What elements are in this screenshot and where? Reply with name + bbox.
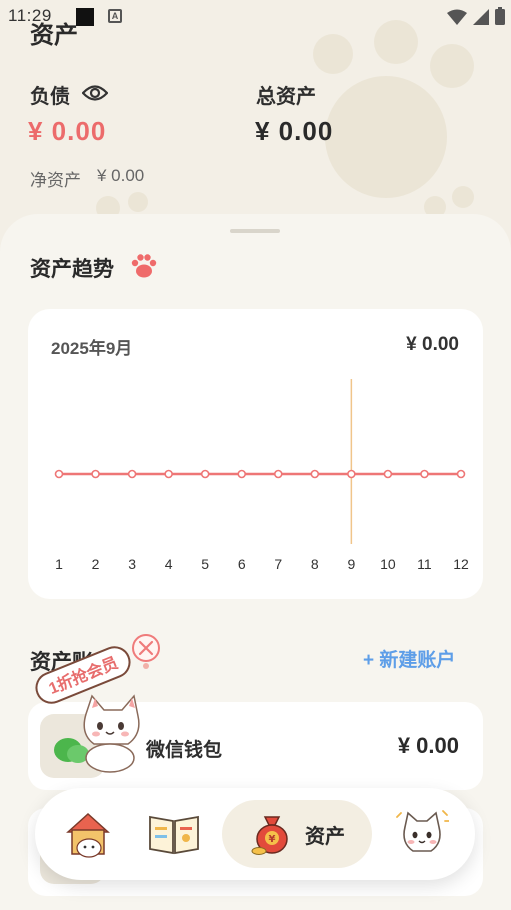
nav-assets[interactable]: ¥ 资产 [222,800,372,868]
decor-bubble [325,76,447,198]
data-point[interactable] [456,469,466,479]
trend-chart[interactable]: 1 2 3 4 5 6 7 8 9 10 11 12 [28,309,483,599]
data-point[interactable] [200,469,210,479]
x-tick-label: 9 [347,556,355,572]
x-tick-label: 5 [201,556,209,572]
x-tick-label: 10 [380,556,396,572]
decor-bubble [452,186,474,208]
promo-badge: 1折抢会员 [35,646,131,704]
data-point[interactable] [273,469,283,479]
account-value: ¥ 0.00 [397,733,459,758]
page-title: 资产 [30,22,78,49]
new-account-button[interactable]: + 新建账户 [363,645,455,672]
app-notification-icon: A [108,9,122,23]
data-point[interactable] [91,469,100,479]
x-tick-label: 3 [128,556,136,572]
x-tick-label: 7 [274,556,282,572]
liabilities-value: ¥ 0.00 [28,116,107,146]
total-assets-label: 总资产 [256,86,316,108]
x-tick-label: 2 [92,556,100,572]
ledger-book-icon [149,815,199,855]
decor-bubble [374,20,418,64]
status-icons [447,7,505,25]
data-point[interactable] [127,469,137,479]
data-point[interactable] [420,469,429,479]
x-tick-label: 1 [55,556,63,572]
eye-icon[interactable] [82,82,108,104]
data-point[interactable] [383,469,393,479]
house-cat-icon [66,812,110,858]
net-assets-label: 净资产 [30,171,81,190]
decor-bubble [313,34,353,74]
net-assets-value: ¥ 0.00 [97,166,145,185]
nav-profile[interactable] [392,800,452,868]
data-point[interactable] [310,469,320,479]
nav-ledger[interactable] [142,800,206,868]
data-point[interactable] [54,469,64,479]
data-point[interactable] [164,469,173,479]
signal-icon [473,9,489,25]
x-tick-label: 6 [238,556,246,572]
cat-face-icon [396,810,449,852]
x-tick-label: 12 [453,556,469,572]
x-tick-label: 11 [417,556,432,572]
cat-mascot-icon [83,694,140,773]
wifi-icon [447,9,467,25]
sheet-handle[interactable] [230,229,280,233]
promo-sticker[interactable]: 1折抢会员 [28,630,168,775]
battery-icon [495,7,505,25]
promo-close-icon[interactable] [132,634,160,669]
total-assets-value: ¥ 0.00 [255,116,334,146]
notification-icon [76,8,94,26]
svg-text:¥: ¥ [269,834,276,845]
money-bag-icon: ¥ [251,816,288,855]
decor-bubble [128,192,148,212]
x-tick-label: 8 [311,556,319,572]
trend-title: 资产趋势 [30,258,114,281]
nav-home[interactable] [58,800,118,868]
data-point[interactable] [347,469,356,479]
x-tick-label: 4 [165,556,173,572]
data-point[interactable] [237,469,247,479]
liabilities-label: 负债 [30,86,70,108]
nav-assets-label: 资产 [305,825,345,848]
decor-bubble [430,44,474,88]
paw-icon [131,254,157,278]
